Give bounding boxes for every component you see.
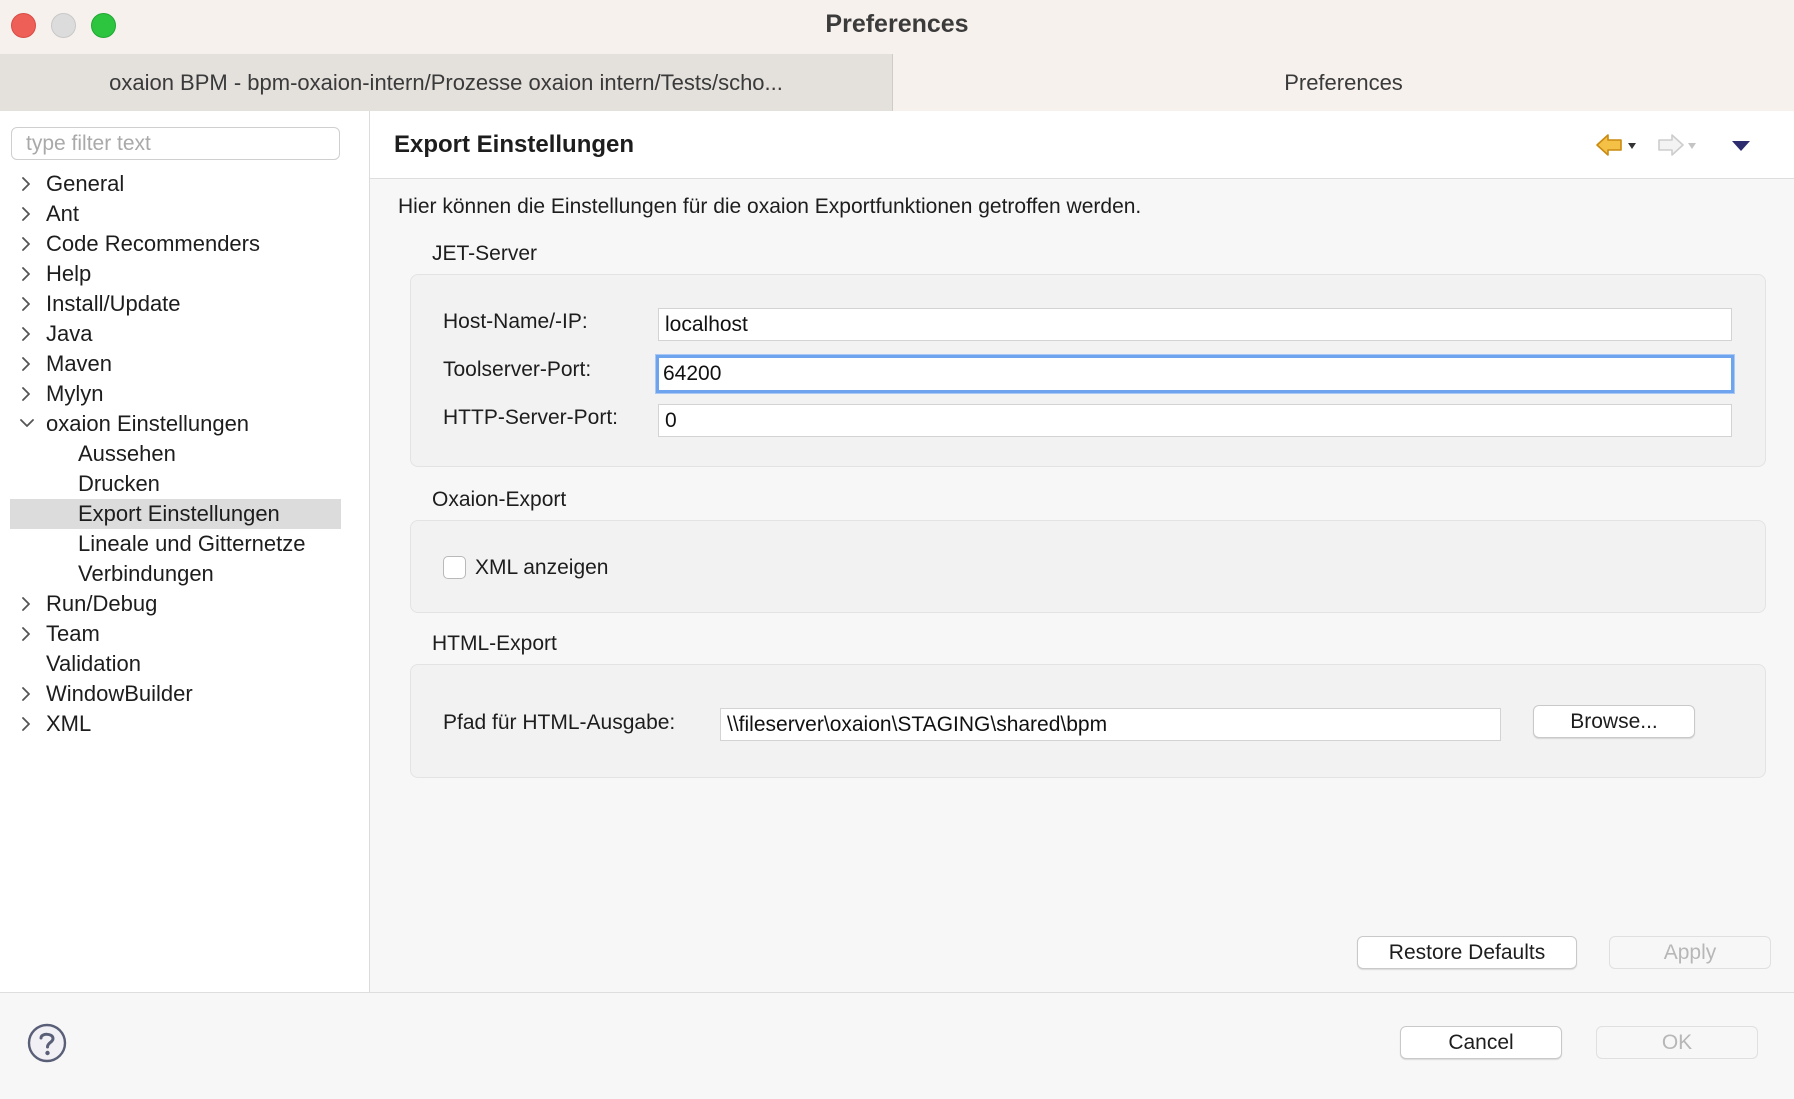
chevron-down-icon[interactable] bbox=[18, 409, 36, 439]
tree-item-label: Lineale und Gitternetze bbox=[78, 531, 306, 556]
tab-bar: oxaion BPM - bpm-oxaion-intern/Prozesse … bbox=[0, 54, 1794, 112]
tree-item-lineale-und-gitternetze[interactable]: Lineale und Gitternetze bbox=[0, 529, 369, 559]
help-icon[interactable] bbox=[27, 1023, 67, 1063]
tree-item-team[interactable]: Team bbox=[0, 619, 369, 649]
tree-item-help[interactable]: Help bbox=[0, 259, 369, 289]
tree-item-label: Maven bbox=[46, 351, 113, 376]
chevron-right-icon[interactable] bbox=[18, 229, 36, 259]
html-path-input[interactable] bbox=[720, 708, 1501, 741]
tree-item-label: General bbox=[46, 171, 125, 196]
chevron-right-icon[interactable] bbox=[18, 169, 36, 199]
preferences-window: Preferences oxaion BPM - bpm-oxaion-inte… bbox=[0, 0, 1794, 1099]
chevron-right-icon[interactable] bbox=[18, 709, 36, 739]
tab-oxaion-bpm[interactable]: oxaion BPM - bpm-oxaion-intern/Prozesse … bbox=[0, 54, 893, 111]
tree-item-label: Run/Debug bbox=[46, 591, 158, 616]
tree-item-export-einstellungen[interactable]: Export Einstellungen bbox=[0, 499, 369, 529]
tree-item-windowbuilder[interactable]: WindowBuilder bbox=[0, 679, 369, 709]
preference-page: Export Einstellungen Hier können die Ein… bbox=[370, 111, 1794, 992]
tree-item-label: Drucken bbox=[78, 471, 160, 496]
html-path-label: Pfad für HTML-Ausgabe: bbox=[443, 711, 676, 734]
tree-item-java[interactable]: Java bbox=[0, 319, 369, 349]
filter-input[interactable] bbox=[11, 127, 340, 160]
window-title: Preferences bbox=[825, 10, 969, 38]
tree-item-install-update[interactable]: Install/Update bbox=[0, 289, 369, 319]
page-title: Export Einstellungen bbox=[394, 131, 635, 158]
tree-item-label: Ant bbox=[46, 201, 80, 226]
page-description: Hier können die Einstellungen für die ox… bbox=[398, 195, 1142, 218]
forward-arrow-icon[interactable] bbox=[1654, 131, 1700, 161]
page-header: Export Einstellungen bbox=[370, 111, 1794, 179]
toolserver-port-input[interactable] bbox=[656, 355, 1734, 393]
host-label: Host-Name/-IP: bbox=[443, 310, 588, 333]
chevron-right-icon[interactable] bbox=[18, 319, 36, 349]
tree-item-oxaion-einstellungen[interactable]: oxaion Einstellungen bbox=[0, 409, 369, 439]
tree-item-mylyn[interactable]: Mylyn bbox=[0, 379, 369, 409]
ok-button[interactable]: OK bbox=[1596, 1026, 1758, 1059]
tree-item-label: oxaion Einstellungen bbox=[46, 411, 250, 436]
dialog-footer: Cancel OK bbox=[0, 992, 1794, 1099]
chevron-right-icon[interactable] bbox=[18, 589, 36, 619]
tab-preferences[interactable]: Preferences bbox=[893, 54, 1794, 111]
chevron-right-icon[interactable] bbox=[18, 379, 36, 409]
chevron-right-icon[interactable] bbox=[18, 679, 36, 709]
jet-server-group: Host-Name/-IP: Toolserver-Port: HTTP-Ser… bbox=[410, 274, 1766, 467]
html-export-group: Pfad für HTML-Ausgabe: Browse... bbox=[410, 664, 1766, 778]
chevron-right-icon[interactable] bbox=[18, 619, 36, 649]
tree-item-validation[interactable]: Validation bbox=[0, 649, 369, 679]
title-bar: Preferences bbox=[0, 0, 1794, 54]
tree-item-label: Validation bbox=[46, 651, 141, 676]
chevron-right-icon[interactable] bbox=[18, 259, 36, 289]
jet-server-group-label: JET-Server bbox=[432, 242, 538, 265]
http-server-port-input[interactable] bbox=[658, 404, 1732, 437]
tree-item-label: Help bbox=[46, 261, 92, 286]
chevron-right-icon[interactable] bbox=[18, 199, 36, 229]
tree-item-code-recommenders[interactable]: Code Recommenders bbox=[0, 229, 369, 259]
tree-item-verbindungen[interactable]: Verbindungen bbox=[0, 559, 369, 589]
xml-anzeigen-label: XML anzeigen bbox=[475, 556, 609, 579]
tree-item-label: Team bbox=[46, 621, 100, 646]
xml-anzeigen-checkbox[interactable] bbox=[443, 556, 466, 579]
tree-item-label: Code Recommenders bbox=[46, 231, 260, 256]
tree-item-label: Mylyn bbox=[46, 381, 104, 406]
html-export-group-label: HTML-Export bbox=[432, 632, 557, 655]
oxaion-export-group-label: Oxaion-Export bbox=[432, 488, 567, 511]
chevron-right-icon[interactable] bbox=[18, 289, 36, 319]
oxaion-export-group: XML anzeigen bbox=[410, 520, 1766, 613]
apply-button[interactable]: Apply bbox=[1609, 936, 1771, 969]
tree-item-xml[interactable]: XML bbox=[0, 709, 369, 739]
tree-item-general[interactable]: General bbox=[0, 169, 369, 199]
tree-item-label: XML bbox=[46, 711, 92, 736]
tree-item-drucken[interactable]: Drucken bbox=[0, 469, 369, 499]
tree-item-maven[interactable]: Maven bbox=[0, 349, 369, 379]
tree-item-label: WindowBuilder bbox=[46, 681, 193, 706]
tree-item-label: Verbindungen bbox=[78, 561, 214, 586]
tree-item-label: Install/Update bbox=[46, 291, 181, 316]
cancel-button[interactable]: Cancel bbox=[1400, 1026, 1562, 1059]
page-navigation bbox=[1594, 131, 1754, 161]
host-input[interactable] bbox=[658, 308, 1732, 341]
http-server-port-label: HTTP-Server-Port: bbox=[443, 406, 619, 429]
preferences-tree: General Ant Code Recommenders Help Install/U… bbox=[0, 169, 369, 739]
tree-item-label: Export Einstellungen bbox=[78, 501, 280, 526]
restore-defaults-button[interactable]: Restore Defaults bbox=[1357, 936, 1577, 969]
back-arrow-icon[interactable] bbox=[1594, 131, 1640, 161]
browse-button[interactable]: Browse... bbox=[1533, 705, 1695, 738]
tree-item-label: Java bbox=[46, 321, 93, 346]
tree-item-run-debug[interactable]: Run/Debug bbox=[0, 589, 369, 619]
toolserver-port-label: Toolserver-Port: bbox=[443, 358, 592, 381]
view-menu-icon[interactable] bbox=[1728, 131, 1754, 161]
chevron-right-icon[interactable] bbox=[18, 349, 36, 379]
tree-item-label: Aussehen bbox=[78, 441, 176, 466]
preferences-sidebar: General Ant Code Recommenders Help Install/U… bbox=[0, 111, 370, 992]
tree-item-ant[interactable]: Ant bbox=[0, 199, 369, 229]
tree-item-aussehen[interactable]: Aussehen bbox=[0, 439, 369, 469]
